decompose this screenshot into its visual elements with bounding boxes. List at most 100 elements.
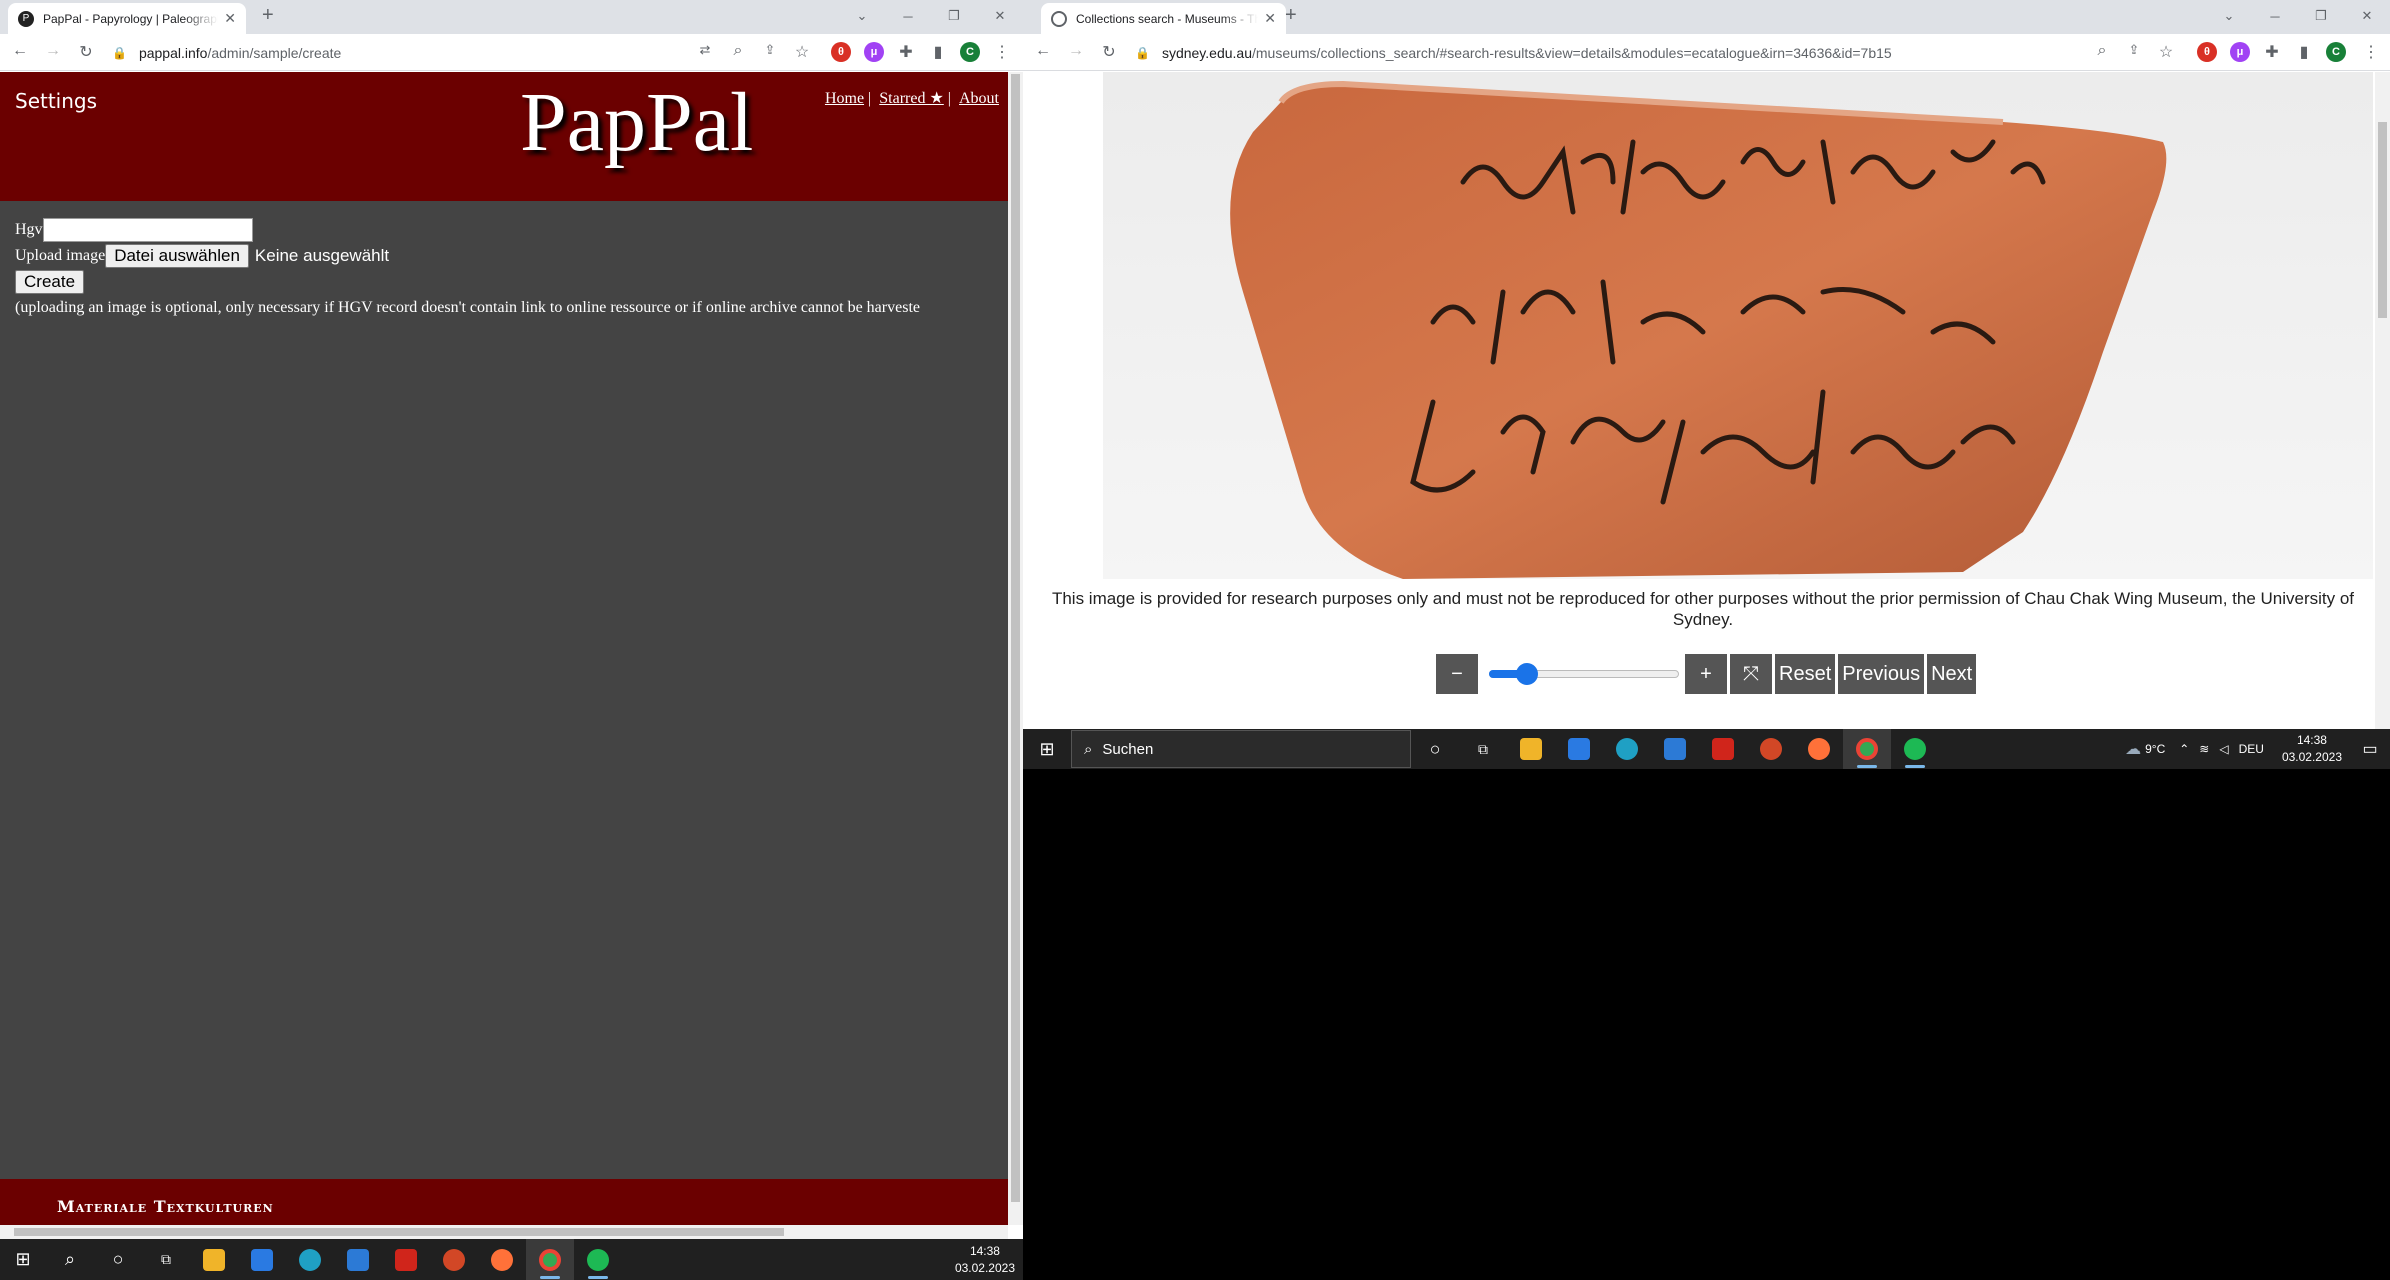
extension-red-icon[interactable]: θ [831,42,851,62]
tab-collections-search[interactable]: Collections search - Museums - The Unive… [1041,3,1286,34]
input-language[interactable]: DEU [2239,742,2264,756]
restore-icon[interactable]: ❐ [2298,2,2344,30]
address-bar[interactable]: 🔒 pappal.info/admin/sample/create [112,39,672,67]
ostracon-image[interactable] [1103,72,2373,579]
menu-icon[interactable]: ⋮ [992,42,1012,62]
vertical-scrollbar[interactable] [2375,72,2390,730]
translate-icon[interactable]: ⇄ [695,42,715,58]
restore-icon[interactable]: ❐ [931,2,977,30]
file-explorer-icon[interactable] [190,1239,238,1280]
site-logo[interactable]: PapPal [520,74,753,171]
close-window-icon[interactable]: ✕ [2344,2,2390,30]
minimize-icon[interactable]: ─ [2252,2,2298,30]
sidebar-icon[interactable]: ▮ [928,42,948,62]
file-explorer-icon[interactable] [1507,729,1555,769]
taskbar-clock[interactable]: 14:38 03.02.2023 [2274,732,2350,766]
windows-start-icon[interactable]: ⊞ [0,1239,46,1280]
share-icon[interactable]: ⇪ [760,42,780,58]
tab-pappal[interactable]: P PapPal - Papyrology | Paleography ✕ [8,3,246,34]
network-icon[interactable]: ≋ [2199,742,2209,756]
close-window-icon[interactable]: ✕ [977,2,1023,30]
scroll-thumb[interactable] [2378,122,2387,318]
notifications-icon[interactable]: ▭ [2350,739,2390,759]
zoom-icon[interactable]: ⌕ [728,42,748,60]
forward-icon[interactable]: → [1066,42,1086,60]
chevron-up-icon[interactable]: ⌃ [2179,742,2189,756]
clock-date: 03.02.2023 [2281,750,2342,764]
minimize-icon[interactable]: ─ [885,2,931,30]
zoom-in-button[interactable]: + [1685,654,1727,694]
choose-file-button[interactable]: Datei auswählen [105,244,249,268]
nav-starred[interactable]: Starred ★ [879,90,944,107]
scroll-thumb[interactable] [14,1228,784,1236]
acrobat-icon[interactable] [382,1239,430,1280]
hgv-input[interactable] [42,218,253,242]
store-icon[interactable] [1555,729,1603,769]
sidebar-icon[interactable]: ▮ [2294,42,2314,62]
fullscreen-icon[interactable]: ⤧ [1730,654,1772,694]
spotify-icon[interactable] [574,1239,622,1280]
horizontal-scrollbar[interactable] [0,1225,1008,1239]
hgv-label: Hgv [15,221,43,238]
new-tab-icon[interactable]: + [1285,4,1297,27]
slider-handle[interactable] [1516,663,1538,685]
chrome-icon[interactable] [1843,729,1891,769]
extensions-icon[interactable]: ✚ [2262,42,2282,62]
extension-purple-icon[interactable]: μ [864,42,884,62]
task-view-icon[interactable]: ⧉ [1459,729,1507,769]
next-button[interactable]: Next [1927,654,1977,694]
firefox-icon[interactable] [478,1239,526,1280]
create-button[interactable]: Create [15,270,85,294]
zoom-icon[interactable]: ⌕ [2092,42,2112,60]
zoom-out-button[interactable]: − [1436,654,1478,694]
back-icon[interactable]: ← [1033,42,1053,60]
extension-red-icon[interactable]: θ [2197,42,2217,62]
share-icon[interactable]: ⇪ [2124,42,2144,58]
chrome-icon[interactable] [526,1239,574,1280]
store-icon[interactable] [238,1239,286,1280]
vertical-scrollbar[interactable] [1008,72,1023,1225]
extension-purple-icon[interactable]: μ [2230,42,2250,62]
back-icon[interactable]: ← [10,42,30,60]
zoom-slider[interactable] [1485,654,1681,694]
windows-start-icon[interactable]: ⊞ [1023,729,1071,769]
close-tab-icon[interactable]: ✕ [1264,10,1276,27]
close-tab-icon[interactable]: ✕ [224,10,236,27]
taskbar-search[interactable]: ⌕ Suchen [1071,730,1411,768]
bookmark-star-icon[interactable]: ☆ [2156,42,2176,62]
search-icon[interactable]: ⌕ [46,1239,94,1280]
settings-link[interactable]: Settings [15,89,97,113]
powerpoint-icon[interactable] [1747,729,1795,769]
nav-about[interactable]: About [959,90,999,107]
mail-icon[interactable] [334,1239,382,1280]
powerpoint-icon[interactable] [430,1239,478,1280]
mail-icon[interactable] [1651,729,1699,769]
profile-avatar[interactable]: C [2326,42,2346,62]
address-bar[interactable]: 🔒 sydney.edu.au/museums/collections_sear… [1135,39,2095,67]
acrobat-icon[interactable] [1699,729,1747,769]
reload-icon[interactable]: ↻ [1099,42,1119,62]
weather-temperature[interactable]: 9°C [2145,742,2165,756]
edge-icon[interactable] [1603,729,1651,769]
profile-avatar[interactable]: C [960,42,980,62]
previous-button[interactable]: Previous [1838,654,1925,694]
volume-icon[interactable]: ◁ [2219,742,2228,756]
firefox-icon[interactable] [1795,729,1843,769]
scroll-thumb[interactable] [1011,74,1020,1202]
bookmark-star-icon[interactable]: ☆ [792,42,812,62]
reset-button[interactable]: Reset [1775,654,1836,694]
menu-icon[interactable]: ⋮ [2361,42,2381,62]
new-tab-icon[interactable]: + [262,4,274,27]
tab-search-icon[interactable]: ⌄ [2206,2,2252,30]
extensions-icon[interactable]: ✚ [896,42,916,62]
cortana-icon[interactable]: ○ [1411,729,1459,769]
cortana-icon[interactable]: ○ [94,1239,142,1280]
edge-icon[interactable] [286,1239,334,1280]
reload-icon[interactable]: ↻ [76,42,96,62]
tab-search-icon[interactable]: ⌄ [839,2,885,30]
forward-icon[interactable]: → [43,42,63,60]
spotify-icon[interactable] [1891,729,1939,769]
taskbar-clock[interactable]: 14:38 03.02.2023 [947,1243,1023,1277]
task-view-icon[interactable]: ⧉ [142,1239,190,1280]
nav-home[interactable]: Home [825,90,864,107]
